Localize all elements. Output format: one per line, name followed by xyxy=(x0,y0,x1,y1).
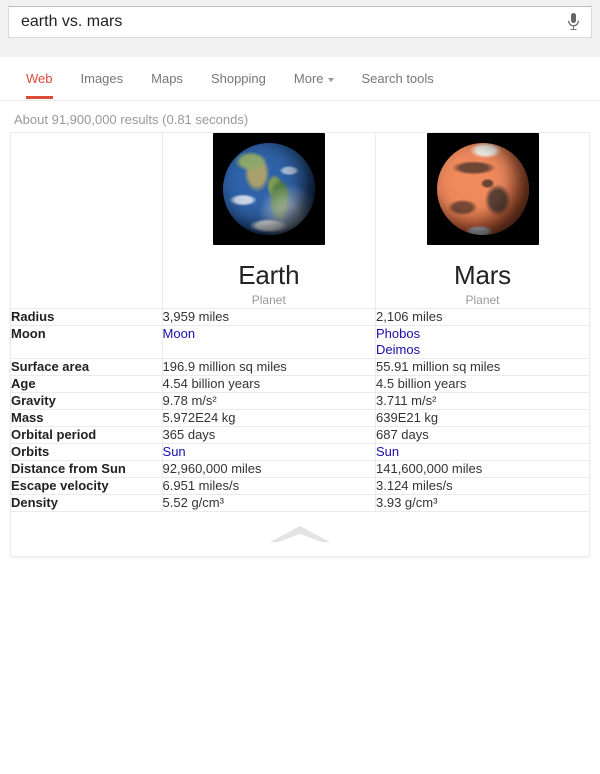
tab-maps[interactable]: Maps xyxy=(137,57,197,99)
table-row: Density 5.52 g/cm³ 3.93 g/cm³ xyxy=(11,494,589,512)
result-stats: About 91,900,000 results (0.81 seconds) xyxy=(14,112,249,127)
row-value-mars: 141,600,000 miles xyxy=(375,460,589,478)
entity-link[interactable]: Deimos xyxy=(376,342,589,358)
earth-globe-image[interactable] xyxy=(212,133,325,245)
table-row: Mass 5.972E24 kg 639E21 kg xyxy=(11,409,589,427)
table-row: Age 4.54 billion years 4.5 billion years xyxy=(11,375,589,393)
collapse-card-button[interactable] xyxy=(11,512,589,556)
table-row: Moon Moon Phobos Deimos xyxy=(11,325,589,359)
tab-maps-label: Maps xyxy=(151,71,183,86)
row-value-mars: Sun xyxy=(375,443,589,461)
search-header xyxy=(0,0,600,57)
row-label: Gravity xyxy=(11,392,163,410)
table-row: Escape velocity 6.951 miles/s 3.124 miles/… xyxy=(11,477,589,495)
row-value-mars: 4.5 billion years xyxy=(375,375,589,393)
row-label: Orbits xyxy=(11,443,163,461)
row-value-earth: 6.951 miles/s xyxy=(162,477,377,495)
row-value-earth: 5.52 g/cm³ xyxy=(162,494,377,512)
row-value-earth: Sun xyxy=(162,443,377,461)
row-label: Mass xyxy=(11,409,163,427)
row-label: Moon xyxy=(11,325,163,359)
row-value-earth: 365 days xyxy=(162,426,377,444)
comparison-knowledge-card: Earth Planet Mars Planet Radius 3,959 mil… xyxy=(10,132,590,557)
entity-earth-type: Planet xyxy=(251,293,286,307)
row-value-earth: 196.9 million sq miles xyxy=(162,358,377,376)
entity-header-row: Earth Planet Mars Planet xyxy=(11,133,589,309)
entity-earth[interactable]: Earth Planet xyxy=(162,133,377,309)
entity-mars-name: Mars xyxy=(454,260,511,290)
chevron-up-icon xyxy=(270,526,330,542)
microphone-icon[interactable] xyxy=(563,11,583,33)
search-nav-tabs: Web Images Maps Shopping More Search too… xyxy=(0,57,600,101)
entity-link[interactable]: Moon xyxy=(163,326,375,342)
tab-more-label: More xyxy=(293,71,324,86)
tab-images-label: Images xyxy=(80,71,124,86)
row-value-mars: 3.711 m/s² xyxy=(375,392,589,410)
row-label: Orbital period xyxy=(11,426,163,444)
tab-images[interactable]: Images xyxy=(67,57,138,99)
row-label: Density xyxy=(11,494,163,512)
tab-shopping-label: Shopping xyxy=(210,71,266,86)
row-value-mars: 3.124 miles/s xyxy=(375,477,589,495)
comparison-table-body: Earth Planet Mars Planet Radius 3,959 mil… xyxy=(11,133,589,512)
chevron-down-icon xyxy=(327,77,334,82)
row-value-earth: 9.78 m/s² xyxy=(162,392,377,410)
table-row: Orbital period 365 days 687 days xyxy=(11,426,589,444)
row-label: Radius xyxy=(11,308,163,326)
table-row: Gravity 9.78 m/s² 3.711 m/s² xyxy=(11,392,589,410)
row-value-earth: 4.54 billion years xyxy=(162,375,377,393)
mars-globe-image[interactable] xyxy=(426,133,539,245)
tab-web[interactable]: Web xyxy=(12,57,67,99)
tab-web-label: Web xyxy=(26,71,53,86)
table-row: Radius 3,959 miles 2,106 miles xyxy=(11,308,589,326)
row-value-earth: 92,960,000 miles xyxy=(162,460,377,478)
comparison-table: Earth Planet Mars Planet Radius 3,959 mil… xyxy=(11,133,589,512)
row-value-mars: 3.93 g/cm³ xyxy=(375,494,589,512)
entity-mars-type: Planet xyxy=(465,293,500,307)
row-label: Surface area xyxy=(11,358,163,376)
entity-link[interactable]: Sun xyxy=(376,444,589,460)
table-row: Distance from Sun 92,960,000 miles 141,600… xyxy=(11,460,589,478)
search-box[interactable] xyxy=(8,6,592,38)
entity-link[interactable]: Phobos xyxy=(376,326,589,342)
row-value-mars: Phobos Deimos xyxy=(375,325,589,359)
table-row: Surface area 196.9 million sq miles 55.91 … xyxy=(11,358,589,376)
entity-mars[interactable]: Mars Planet xyxy=(375,133,589,309)
row-label: Distance from Sun xyxy=(11,460,163,478)
row-value-earth: 5.972E24 kg xyxy=(162,409,377,427)
tab-search-tools-label: Search tools xyxy=(361,71,434,86)
row-label: Escape velocity xyxy=(11,477,163,495)
tab-more[interactable]: More xyxy=(280,57,348,99)
search-input[interactable] xyxy=(21,12,563,32)
tab-shopping[interactable]: Shopping xyxy=(197,57,280,99)
entity-earth-name: Earth xyxy=(238,260,300,290)
row-value-earth: Moon xyxy=(162,325,377,359)
table-row: Orbits Sun Sun xyxy=(11,443,589,461)
entity-link[interactable]: Sun xyxy=(163,444,375,460)
row-value-mars: 55.91 million sq miles xyxy=(375,358,589,376)
row-label: Age xyxy=(11,375,163,393)
tab-search-tools[interactable]: Search tools xyxy=(348,57,448,99)
row-value-earth: 3,959 miles xyxy=(162,308,377,326)
row-value-mars: 639E21 kg xyxy=(375,409,589,427)
entity-header-spacer xyxy=(11,133,163,309)
row-value-mars: 687 days xyxy=(375,426,589,444)
row-value-mars: 2,106 miles xyxy=(375,308,589,326)
